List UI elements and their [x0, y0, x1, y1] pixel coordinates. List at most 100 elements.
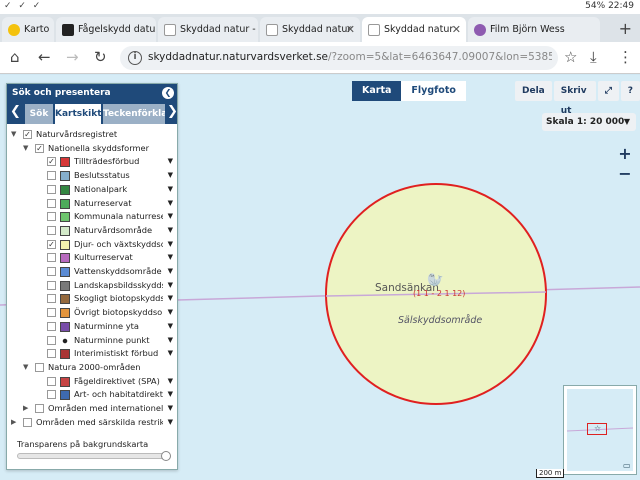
layer-row[interactable]: ✓ Tillträdesförbud ▼ [7, 155, 177, 169]
layer-options-icon[interactable]: ▼ [168, 292, 173, 306]
browser-tab[interactable]: Film Björn Wess [468, 17, 600, 42]
layer-row[interactable]: Kommunala naturreserva ▼ [7, 210, 177, 224]
layer-options-icon[interactable]: ▼ [168, 334, 173, 348]
collapse-icon[interactable]: ▼ [11, 128, 16, 142]
map-type-flygfoto-button[interactable]: Flygfoto [401, 81, 466, 101]
layer-checkbox[interactable] [47, 184, 56, 194]
layer-checkbox[interactable] [47, 225, 56, 235]
layer-row[interactable]: Naturminne punkt ▼ [7, 334, 177, 348]
layer-options-icon[interactable]: ▼ [168, 375, 173, 389]
forward-icon[interactable]: → [66, 48, 79, 66]
collapse-panel-icon[interactable]: ❮ [162, 87, 174, 99]
menu-icon[interactable]: ⋮ [618, 48, 633, 66]
tab-kartskikt[interactable]: Kartskikt [55, 104, 102, 124]
tab-sok[interactable]: Sök [25, 104, 53, 124]
browser-tab[interactable]: Fågelskydd datu [56, 17, 156, 42]
layer-checkbox[interactable]: ✓ [47, 239, 56, 249]
layer-checkbox[interactable] [35, 404, 44, 413]
layer-row[interactable]: ✓ Djur- och växtskyddsomr ▼ [7, 238, 177, 252]
layer-row[interactable]: ▼ ✓ Naturvårdsregistret [7, 128, 177, 142]
download-icon[interactable]: ⤓ [590, 48, 597, 66]
scale-select[interactable]: Skala 1: 20 000 ▼ [542, 113, 636, 131]
layer-checkbox[interactable] [47, 321, 56, 331]
layer-checkbox[interactable] [47, 390, 56, 400]
layer-row[interactable]: Naturreservat ▼ [7, 197, 177, 211]
layer-row[interactable]: Naturvårdsområde ▼ [7, 224, 177, 238]
layer-checkbox[interactable] [47, 253, 56, 263]
share-button[interactable]: Dela [515, 81, 552, 101]
layer-row[interactable]: ▼ Natura 2000-områden [7, 361, 177, 375]
overview-map[interactable]: ☆ ▭ [563, 385, 637, 475]
zoom-out-button[interactable]: − [615, 165, 635, 185]
slider-handle[interactable] [161, 451, 171, 461]
layer-checkbox[interactable] [47, 267, 56, 276]
close-icon[interactable]: ✕ [452, 17, 461, 42]
layer-row[interactable]: Interimistiskt förbud ▼ [7, 347, 177, 361]
expand-icon[interactable]: ▶ [23, 402, 28, 416]
layer-checkbox[interactable]: ✓ [47, 157, 56, 167]
layer-options-icon[interactable]: ▼ [168, 169, 173, 183]
layer-options-icon[interactable]: ▼ [168, 251, 173, 265]
layer-checkbox[interactable] [35, 362, 44, 372]
new-tab-icon[interactable]: + [619, 19, 632, 38]
layer-options-icon[interactable]: ▼ [168, 155, 173, 169]
layer-options-icon[interactable]: ▼ [168, 210, 173, 224]
layer-checkbox[interactable] [47, 335, 56, 345]
bookmark-star-icon[interactable]: ☆ [564, 48, 577, 66]
close-icon[interactable]: ✕ [346, 17, 355, 42]
tab-teckenforklaring[interactable]: Teckenförklaring [103, 104, 165, 124]
layer-options-icon[interactable]: ▼ [168, 279, 173, 293]
layer-row[interactable]: Fågeldirektivet (SPA) ▼ [7, 375, 177, 389]
layer-row[interactable]: Naturminne yta ▼ [7, 320, 177, 334]
layer-options-icon[interactable]: ▼ [168, 388, 173, 402]
layer-checkbox[interactable] [23, 417, 32, 427]
layer-options-icon[interactable]: ▼ [168, 224, 173, 238]
layer-row[interactable]: Övrigt biotopskyddsomr ▼ [7, 306, 177, 320]
layer-row[interactable]: Kulturreservat ▼ [7, 251, 177, 265]
layer-options-icon[interactable]: ▼ [168, 306, 173, 320]
browser-tab[interactable]: Karto [2, 17, 54, 42]
layer-row[interactable]: Art- och habitatdirektivet ▼ [7, 388, 177, 402]
layer-checkbox[interactable] [47, 349, 56, 359]
transparency-slider[interactable] [17, 451, 171, 461]
browser-tab[interactable]: Skyddad natur - [158, 17, 258, 42]
url-field[interactable]: i skyddadnatur.naturvardsverket.se/?zoom… [120, 46, 558, 70]
layer-options-icon[interactable]: ▼ [168, 197, 173, 211]
layer-options-icon[interactable]: ▼ [168, 320, 173, 334]
help-icon[interactable]: ? [620, 81, 640, 101]
layer-checkbox[interactable] [47, 308, 56, 318]
overview-toggle-icon[interactable]: ▭ [623, 461, 631, 470]
layer-row[interactable]: ▶ Områden med internationell stat ▼ [7, 402, 177, 416]
layer-checkbox[interactable] [47, 198, 56, 208]
zoom-in-button[interactable]: + [615, 145, 635, 165]
info-icon[interactable]: i [128, 51, 142, 65]
layer-checkbox[interactable] [47, 294, 56, 304]
browser-tab-active[interactable]: Skyddad natur ✕ [362, 17, 466, 42]
tabs-left-icon[interactable]: ❮ [10, 104, 21, 119]
layer-row[interactable]: ▼ ✓ Nationella skyddsformer [7, 142, 177, 156]
layer-checkbox[interactable] [47, 280, 56, 290]
layer-checkbox[interactable]: ✓ [35, 143, 44, 153]
layer-options-icon[interactable]: ▼ [168, 265, 173, 279]
layer-row[interactable]: Landskapsbildsskyddso ▼ [7, 279, 177, 293]
layer-options-icon[interactable]: ▼ [168, 402, 173, 416]
layer-checkbox[interactable]: ✓ [23, 130, 32, 139]
layer-row[interactable]: Skogligt biotopskyddsom ▼ [7, 292, 177, 306]
layer-checkbox[interactable] [47, 376, 56, 386]
collapse-icon[interactable]: ▼ [23, 142, 28, 156]
layer-row[interactable]: ▶ Områden med särskilda restriktione ▼ [7, 416, 177, 430]
expand-icon[interactable]: ▶ [11, 416, 16, 430]
back-icon[interactable]: ← [38, 48, 51, 66]
layer-checkbox[interactable] [47, 212, 56, 222]
layer-options-icon[interactable]: ▼ [168, 347, 173, 361]
map-type-karta-button[interactable]: Karta [352, 81, 402, 101]
layer-options-icon[interactable]: ▼ [168, 238, 173, 252]
home-icon[interactable]: ⌂ [10, 48, 20, 66]
layer-row[interactable]: Nationalpark ▼ [7, 183, 177, 197]
print-button[interactable]: Skriv ut [553, 81, 596, 116]
reload-icon[interactable]: ↻ [94, 48, 107, 66]
collapse-icon[interactable]: ▼ [23, 361, 28, 375]
layer-checkbox[interactable] [47, 171, 56, 181]
layer-row[interactable]: Vattenskyddsområde ▼ [7, 265, 177, 279]
layer-row[interactable]: Beslutsstatus ▼ [7, 169, 177, 183]
